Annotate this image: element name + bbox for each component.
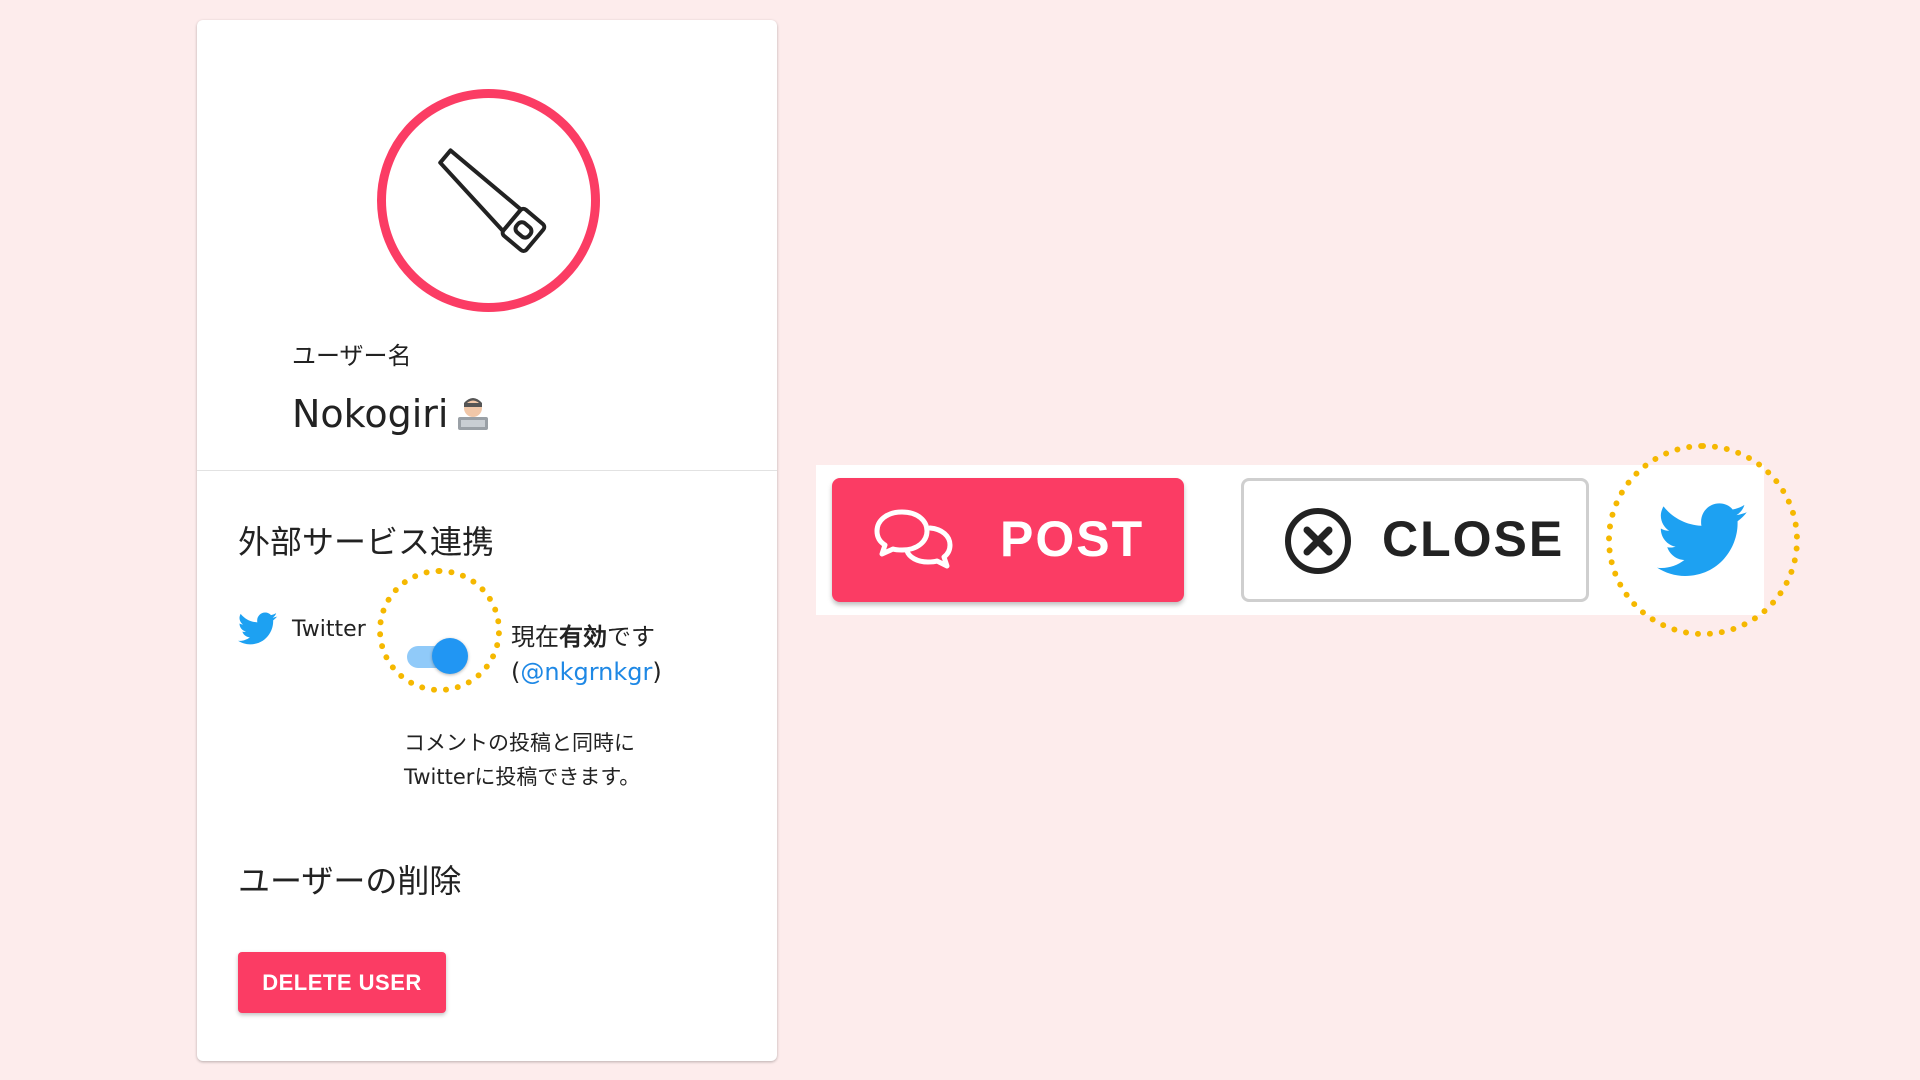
post-button[interactable]: POST <box>832 478 1184 602</box>
username-value: Nokogiri <box>292 392 449 436</box>
external-services-title: 外部サービス連携 <box>238 523 495 561</box>
status-active-label: 有効 <box>559 623 607 651</box>
close-circle-icon <box>1285 508 1351 574</box>
user-profile-card: ユーザー名 Nokogiri 外部サービス連携 Twitter 現在有効です (… <box>197 20 777 1061</box>
delete-user-button[interactable]: DELETE USER <box>238 952 446 1013</box>
twitter-description: コメントの投稿と同時に Twitterに投稿できます。 <box>404 731 641 789</box>
twitter-service-name: Twitter <box>292 616 366 642</box>
twitter-share-button[interactable] <box>1657 496 1749 588</box>
twitter-handle-line: (@nkgrnkgr) <box>511 658 662 686</box>
twitter-link-toggle[interactable] <box>407 635 468 675</box>
user-avatar <box>377 89 600 312</box>
twitter-bird-icon <box>1657 502 1748 576</box>
username-label: ユーザー名 <box>292 342 412 370</box>
twitter-handle-link[interactable]: @nkgrnkgr <box>520 658 652 686</box>
toggle-thumb <box>432 638 468 674</box>
twitter-bird-icon <box>238 612 278 645</box>
close-button[interactable]: CLOSE <box>1241 478 1589 602</box>
technologist-emoji-icon <box>458 398 489 430</box>
saw-icon <box>437 147 546 253</box>
speech-bubbles-icon <box>874 509 953 569</box>
twitter-service-row: Twitter <box>238 612 366 646</box>
post-button-label: POST <box>1000 511 1145 567</box>
card-divider <box>197 470 777 471</box>
twitter-status-text: 現在有効です <box>511 623 655 651</box>
delete-user-title: ユーザーの削除 <box>238 862 462 900</box>
close-button-label: CLOSE <box>1382 511 1565 567</box>
username-row: Nokogiri <box>292 395 492 433</box>
